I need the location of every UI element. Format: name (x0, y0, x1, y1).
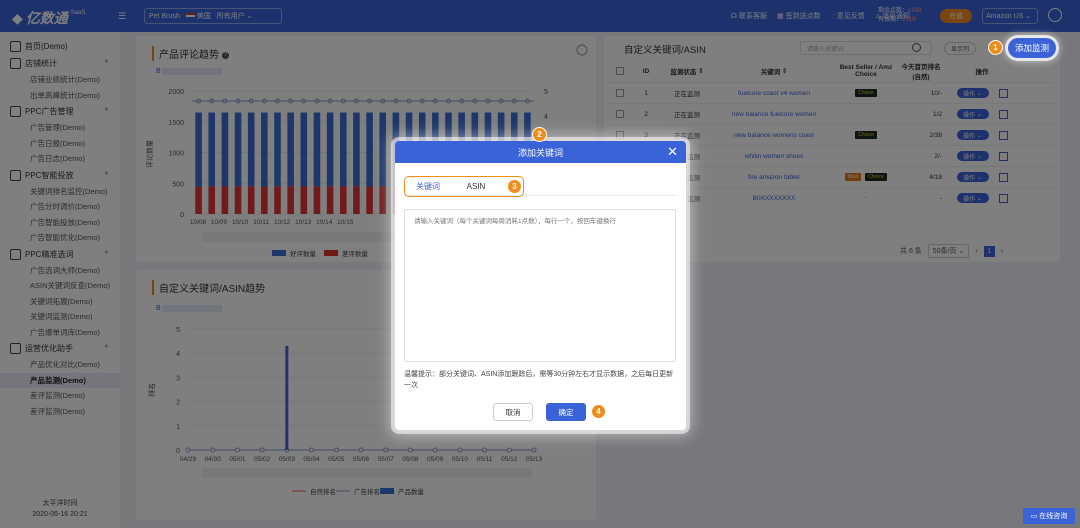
step-badge-4: 4 (591, 404, 606, 419)
online-label: 在线咨询 (1039, 513, 1068, 520)
step-badge-1: 1 (988, 40, 1003, 55)
chat-bubble-icon: ▭ (1030, 513, 1038, 520)
cancel-button[interactable]: 取消 (493, 403, 533, 421)
add-monitor-button[interactable]: 添加监测 (1008, 38, 1056, 58)
dialog-title: 添加关键词 (517, 147, 563, 158)
tab-highlight (404, 176, 524, 197)
add-keyword-dialog: 添加关键词 ✕ 关键词 ASIN 温馨提示：部分关键词、ASIN添加跟踪后，需等… (395, 141, 686, 430)
online-consult-button[interactable]: ▭ 在线咨询 (1023, 508, 1075, 524)
dialog-header: 添加关键词 ✕ (395, 141, 686, 163)
step-badge-3: 3 (507, 179, 522, 194)
keyword-textarea[interactable] (404, 209, 676, 362)
confirm-button[interactable]: 确定 (546, 403, 586, 421)
step-badge-2: 2 (532, 127, 547, 142)
dialog-tip: 温馨提示：部分关键词、ASIN添加跟踪后，需等30分钟左右才显示数据，之后每日更… (404, 371, 674, 389)
close-icon[interactable]: ✕ (667, 145, 678, 158)
